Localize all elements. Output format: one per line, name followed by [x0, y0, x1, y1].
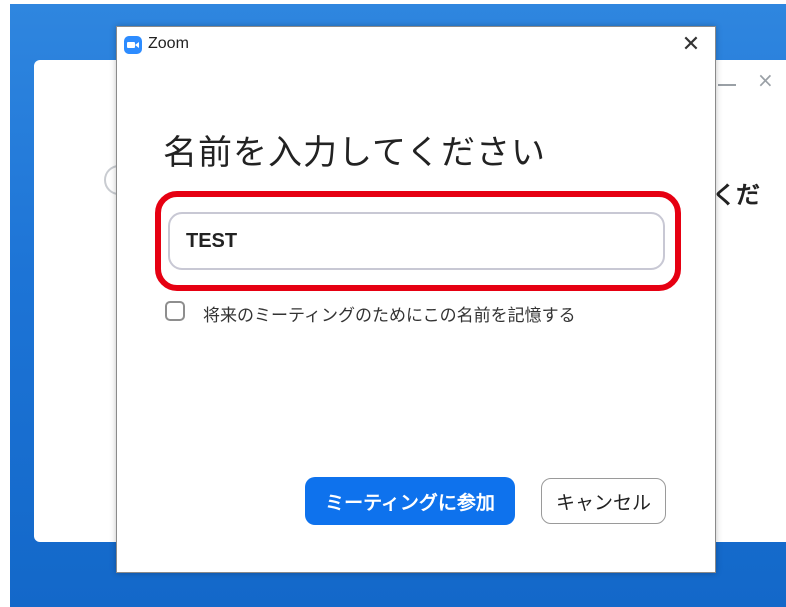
- close-icon[interactable]: ✕: [678, 32, 704, 58]
- zoom-app-icon: [124, 36, 142, 54]
- join-meeting-button[interactable]: ミーティングに参加: [305, 477, 515, 525]
- background-minimize-icon[interactable]: [718, 84, 736, 86]
- dialog-title: Zoom: [148, 35, 189, 52]
- remember-name-label: 将来のミーティングのためにこの名前を記憶する: [203, 306, 576, 326]
- background-partial-text: くだ: [712, 181, 760, 209]
- background-close-icon[interactable]: ×: [757, 70, 774, 90]
- cancel-button[interactable]: キャンセル: [541, 478, 666, 524]
- enter-name-dialog: Zoom ✕ 名前を入力してください 将来のミーティングのためにこの名前を記憶す…: [116, 26, 716, 573]
- name-input[interactable]: [168, 212, 665, 270]
- remember-name-checkbox[interactable]: [165, 301, 185, 321]
- page-title: 名前を入力してください: [163, 133, 546, 173]
- dialog-titlebar: Zoom ✕: [117, 27, 715, 63]
